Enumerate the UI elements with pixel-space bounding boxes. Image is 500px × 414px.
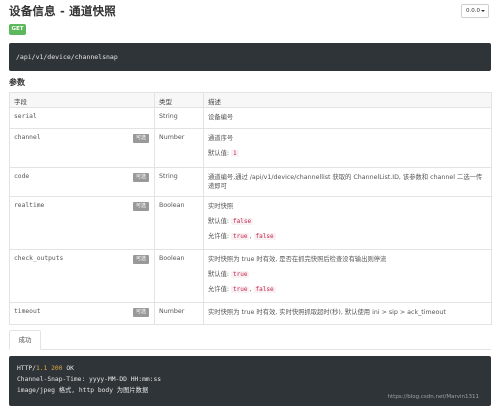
param-allowed: 允许值: true, false: [208, 286, 276, 293]
table-row: serial String 设备编号: [9, 107, 492, 129]
optional-badge: 可选: [133, 308, 149, 317]
column-header-desc: 描述: [203, 92, 492, 108]
param-desc: 通道序号 默认值: 1: [203, 128, 492, 168]
param-name: check_outputs: [14, 255, 64, 262]
allowed-value: true: [231, 286, 250, 293]
column-header-field: 字段: [9, 92, 155, 108]
status-code: 200: [51, 365, 63, 372]
default-label: 默认值:: [208, 218, 230, 225]
table-row: code 可选 String 通道编号,通过 /api/v1/device/ch…: [9, 167, 492, 197]
default-label: 默认值:: [208, 271, 230, 278]
param-default: 默认值: true: [208, 270, 487, 279]
column-header-type: 类型: [154, 92, 204, 108]
optional-badge: 可选: [133, 173, 149, 182]
param-type: Boolean: [154, 196, 204, 250]
table-header-row: 字段 类型 描述: [9, 92, 492, 108]
default-value: 1: [231, 150, 239, 157]
param-desc: 通道编号,通过 /api/v1/device/channellist 获取的 C…: [203, 167, 492, 197]
http-version: 1.1: [35, 365, 48, 372]
watermark: https://blog.csdn.net/Marvin1311: [387, 394, 479, 400]
params-heading: 参数: [9, 78, 25, 87]
param-name-cell: code 可选: [9, 167, 155, 197]
chevron-down-icon: [481, 10, 485, 12]
table-row: channel 可选 Number 通道序号 默认值: 1: [9, 128, 492, 168]
param-default: 默认值: 1: [208, 149, 487, 158]
param-name: realtime: [14, 202, 45, 209]
param-type: Number: [154, 302, 204, 325]
param-name-cell: timeout 可选: [9, 302, 155, 325]
param-name-cell: channel 可选: [9, 128, 155, 168]
param-desc-text: 实时快照为 true 时有效, 实时快照抓取超时(秒), 默认使用 ini > …: [208, 309, 446, 316]
allowed-value: false: [253, 233, 276, 240]
version-select[interactable]: 0.0.0: [461, 4, 489, 18]
table-row: realtime 可选 Boolean 实时快照 默认值: false 允许值:…: [9, 196, 492, 250]
param-type: Number: [154, 128, 204, 168]
optional-badge: 可选: [133, 202, 149, 211]
param-name-cell: realtime 可选: [9, 196, 155, 250]
tab-success[interactable]: 成功: [9, 330, 41, 350]
param-name: timeout: [14, 308, 41, 315]
param-desc-text: 通道编号,通过 /api/v1/device/channellist 获取的 C…: [208, 174, 483, 190]
params-table: 字段 类型 描述 serial String 设备编号 channel 可选 N…: [9, 92, 492, 325]
http-prefix: HTTP/: [17, 365, 36, 372]
allowed-label: 允许值:: [208, 286, 230, 293]
param-name: code: [14, 173, 30, 180]
param-desc: 实时快照 默认值: false 允许值: true, false: [203, 196, 492, 250]
default-label: 默认值:: [208, 150, 230, 157]
param-desc-text: 通道序号: [208, 135, 234, 142]
version-value: 0.0.0: [466, 8, 480, 14]
optional-badge: 可选: [133, 255, 149, 264]
allowed-value: false: [253, 286, 276, 293]
param-desc: 实时快照为 true 时有效, 实时快照抓取超时(秒), 默认使用 ini > …: [203, 302, 492, 325]
param-default: 默认值: false: [208, 217, 487, 226]
param-type: String: [154, 107, 204, 129]
table-row: timeout 可选 Number 实时快照为 true 时有效, 实时快照抓取…: [9, 302, 492, 325]
response-status-line: HTTP/1.1 200 OK: [17, 363, 483, 374]
param-desc: 实时快照为 true 时有效, 是否在抓完快照后检查没有输出则停流 默认值: t…: [203, 249, 492, 303]
response-example: HTTP/1.1 200 OK Channel-Snap-Time: yyyy-…: [9, 356, 491, 406]
status-text: OK: [66, 365, 74, 372]
param-desc-text: 实时快照: [208, 203, 234, 210]
default-value: true: [231, 271, 250, 278]
param-desc: 设备编号: [203, 107, 492, 129]
http-method-badge: GET: [9, 24, 26, 35]
param-name: serial: [9, 107, 155, 129]
table-row: check_outputs 可选 Boolean 实时快照为 true 时有效,…: [9, 249, 492, 303]
param-type: Boolean: [154, 249, 204, 303]
param-allowed: 允许值: true, false: [208, 233, 276, 240]
optional-badge: 可选: [133, 134, 149, 143]
allowed-value: true: [231, 233, 250, 240]
param-desc-text: 设备编号: [208, 114, 234, 121]
param-type: String: [154, 167, 204, 197]
param-name: channel: [14, 134, 41, 141]
response-header-line: Channel-Snap-Time: yyyy-MM-DD HH:mm:ss: [17, 376, 162, 383]
endpoint-url: /api/v1/device/channelsnap: [9, 43, 491, 71]
page-title: 设备信息 - 通道快照: [9, 4, 116, 18]
allowed-label: 允许值:: [208, 233, 230, 240]
param-name-cell: check_outputs 可选: [9, 249, 155, 303]
default-value: false: [231, 218, 254, 225]
param-desc-text: 实时快照为 true 时有效, 是否在抓完快照后检查没有输出则停流: [208, 256, 387, 263]
tab-divider: [41, 349, 491, 350]
